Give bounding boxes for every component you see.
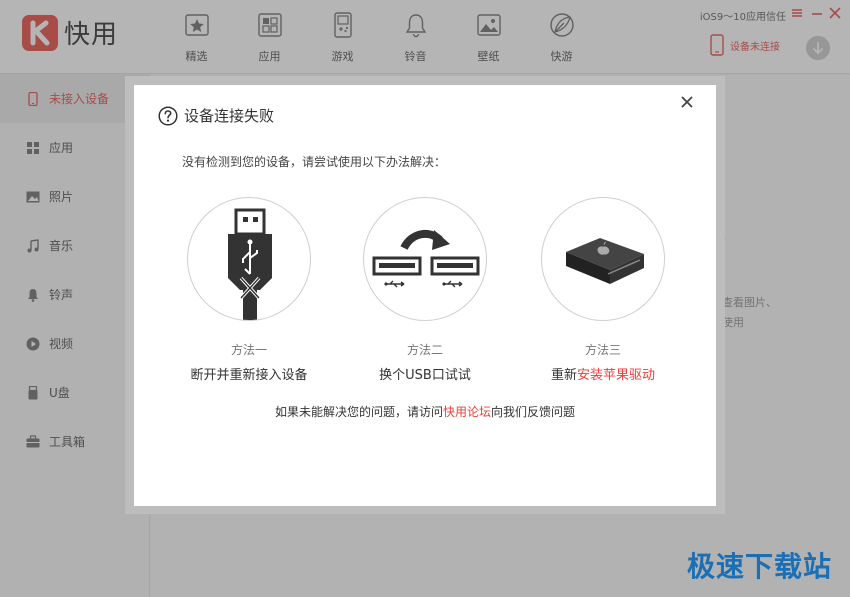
method-desc: 换个USB口试试 bbox=[379, 368, 471, 383]
usb-port-switch-icon bbox=[363, 197, 487, 321]
forum-link[interactable]: 快用论坛 bbox=[443, 405, 491, 419]
method-desc: 断开并重新接入设备 bbox=[190, 368, 308, 383]
dialog-title: 设备连接失败 bbox=[158, 105, 274, 126]
dialog-close-icon[interactable] bbox=[680, 95, 694, 109]
dialog-footer: 如果未能解决您的问题，请访问快用论坛向我们反馈问题 bbox=[134, 403, 716, 420]
apple-device-icon bbox=[541, 197, 665, 321]
footer-suffix: 向我们反馈问题 bbox=[491, 405, 576, 419]
method-reconnect: 方法一 断开并重新接入设备 bbox=[187, 197, 311, 383]
dialog-message: 没有检测到您的设备，请尝试使用以下办法解决： bbox=[182, 155, 447, 169]
method-name: 方法三 bbox=[584, 343, 621, 357]
footer-prefix: 如果未能解决您的问题，请访问 bbox=[274, 405, 443, 419]
connection-failed-dialog: 设备连接失败 没有检测到您的设备，请尝试使用以下办法解决： 方法一 断开并重新接… bbox=[134, 85, 716, 506]
method-desc-prefix: 重新 bbox=[550, 368, 577, 383]
dialog-title-text: 设备连接失败 bbox=[184, 107, 275, 125]
install-driver-link[interactable]: 安装苹果驱动 bbox=[577, 368, 655, 383]
method-desc: 重新安装苹果驱动 bbox=[541, 364, 665, 383]
question-icon bbox=[158, 105, 178, 126]
method-reinstall-driver: 方法三 重新安装苹果驱动 bbox=[541, 197, 665, 383]
watermark: 极速下载站 bbox=[686, 550, 832, 583]
method-name: 方法一 bbox=[230, 343, 267, 357]
method-switch-port: 方法二 换个USB口试试 bbox=[363, 197, 487, 383]
method-name: 方法二 bbox=[406, 343, 443, 357]
usb-plug-icon bbox=[187, 197, 311, 321]
